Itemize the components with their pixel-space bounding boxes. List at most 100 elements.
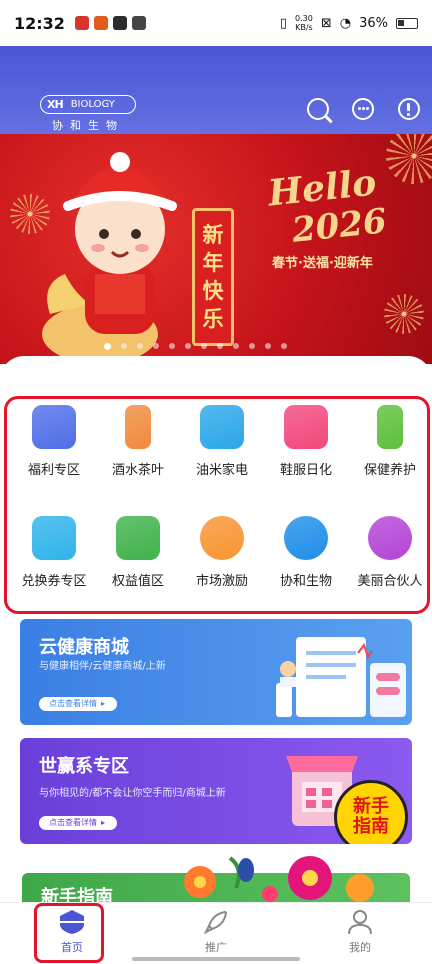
rice-cooker-icon [200, 405, 244, 449]
flowers-decoration [184, 856, 374, 902]
carousel-dots [104, 343, 287, 350]
carousel-dot[interactable] [201, 343, 207, 349]
newbie-guide-badge[interactable]: 新手 指南 [334, 780, 408, 844]
category-grid: 福利专区 酒水茶叶 油米家电 鞋服日化 保健养护兑换券专区 权益值区 市场激励 协和生物 美丽合… [4, 396, 430, 614]
tab-promote[interactable]: 推广 [176, 909, 256, 955]
scroll-char: 年 [202, 250, 224, 275]
home-tab-highlight [34, 903, 104, 963]
carousel-dot[interactable] [104, 343, 111, 350]
firework-decoration [386, 134, 432, 184]
category-label: 市场激励 [195, 574, 248, 589]
carousel-dot[interactable] [265, 343, 271, 349]
new-year-scroll: 新 年 快 乐 [192, 208, 234, 346]
promo-title: 世赢系专区 [39, 756, 129, 777]
carousel-dot[interactable] [137, 343, 143, 349]
carousel-dot[interactable] [217, 343, 223, 349]
category-label: 福利专区 [27, 463, 80, 478]
logo-cn: 协和生物 [52, 119, 124, 132]
category-label: 鞋服日化 [279, 463, 332, 478]
category-label: 保健养护 [363, 463, 416, 478]
category-label: 权益值区 [111, 574, 164, 589]
pharmacy-illustration [276, 637, 406, 717]
coupon-icon [32, 516, 76, 560]
money-bag-icon [200, 516, 244, 560]
promo-card-cloud-health[interactable]: 云健康商城 与健康相伴/云健康商城/上新 点击查看详情 [20, 619, 412, 725]
category-item[interactable]: 权益值区 [96, 516, 180, 589]
wifi-icon: ◔ [339, 15, 352, 31]
banner-subline: 春节·送福·迎新年 [272, 256, 373, 271]
wine-icon [125, 405, 151, 449]
category-item[interactable]: 酒水茶叶 [96, 405, 180, 478]
battery-percent: 36% [359, 15, 388, 31]
app-notification-icon [74, 16, 89, 30]
status-bar: 12:32 ▯ 0.30 KB/s ⊠ ◔ 36% [0, 0, 432, 46]
content-card-top [0, 356, 432, 386]
app-notification-icon [93, 16, 108, 30]
net-speed-unit: KB/s [295, 23, 313, 32]
carousel-dot[interactable] [169, 343, 175, 349]
plant-hand-icon [116, 516, 160, 560]
tab-mine[interactable]: 我的 [320, 909, 400, 955]
category-label: 兑换券专区 [21, 574, 87, 589]
search-icon[interactable] [307, 98, 329, 120]
carousel-dot[interactable] [121, 343, 127, 349]
scroll-char: 乐 [202, 306, 224, 331]
badge-line: 新手 [353, 796, 389, 817]
category-label: 协和生物 [279, 574, 332, 589]
banner-year: 2026 [290, 201, 389, 251]
gift-icon [32, 405, 76, 449]
category-item[interactable]: 保健养护 [348, 405, 432, 478]
promo-subtitle: 与你相见的/都不会让你空手而归/商城上新 [39, 788, 226, 799]
tab-label: 我的 [349, 941, 371, 954]
promo-title: 云健康商城 [39, 637, 129, 658]
carousel-dot[interactable] [153, 343, 159, 349]
category-item[interactable]: 协和生物 [264, 516, 348, 589]
carousel-dot[interactable] [233, 343, 239, 349]
category-item[interactable]: 兑换券专区 [12, 516, 96, 589]
category-item[interactable]: 市场激励 [180, 516, 264, 589]
brand-logo: XH BIOLOGY 协和生物 [40, 95, 136, 133]
user-icon [347, 909, 373, 935]
scroll-char: 新 [202, 222, 224, 247]
category-item[interactable]: 美丽合伙人 [348, 516, 432, 589]
scroll-char: 快 [202, 278, 224, 303]
app-header: XH BIOLOGY 协和生物 [0, 46, 432, 134]
notification-icons [74, 16, 146, 30]
category-label: 酒水茶叶 [111, 463, 164, 478]
lion-mascot-illustration [42, 152, 177, 359]
carousel-dot[interactable] [281, 343, 287, 349]
carousel-dot[interactable] [185, 343, 191, 349]
brand-u-icon [284, 516, 328, 560]
vibrate-icon: ▯ [279, 15, 288, 31]
status-time: 12:32 [14, 13, 65, 33]
app-notification-icon [131, 16, 146, 30]
category-item[interactable]: 油米家电 [180, 405, 264, 478]
badge-line: 指南 [353, 816, 389, 837]
battery-icon [396, 17, 418, 29]
carousel-dot[interactable] [249, 343, 255, 349]
app-notification-icon [112, 16, 127, 30]
logo-mark: XH [47, 98, 64, 111]
category-label: 油米家电 [195, 463, 248, 478]
rocket-icon [203, 909, 229, 935]
logo-en: BIOLOGY [70, 99, 115, 110]
beauty-icon [368, 516, 412, 560]
promo-card-shiying[interactable]: 世赢系专区 与你相见的/都不会让你空手而归/商城上新 点击查看详情 新手 指南 [20, 738, 412, 844]
category-item[interactable]: 福利专区 [12, 405, 96, 478]
category-item[interactable]: 鞋服日化 [264, 405, 348, 478]
category-label: 美丽合伙人 [357, 574, 423, 589]
net-speed: 0.30 KB/s [295, 14, 313, 32]
gesture-nav-bar[interactable] [132, 957, 300, 961]
promo-detail-button[interactable]: 点击查看详情 [39, 697, 118, 711]
no-sim-icon: ⊠ [320, 15, 332, 31]
tshirt-icon [284, 405, 328, 449]
promo-detail-button[interactable]: 点击查看详情 [39, 816, 118, 830]
promo-banner[interactable]: 新 年 快 乐 Hello 2026 春节·送福·迎新年 [0, 134, 432, 364]
chat-icon[interactable] [352, 98, 374, 120]
tab-label: 推广 [205, 941, 227, 954]
firework-decoration [384, 294, 424, 334]
net-speed-value: 0.30 [295, 14, 313, 23]
promo-subtitle: 与健康相伴/云健康商城/上新 [39, 661, 166, 672]
health-bottle-icon [377, 405, 403, 449]
info-icon[interactable] [398, 98, 420, 120]
